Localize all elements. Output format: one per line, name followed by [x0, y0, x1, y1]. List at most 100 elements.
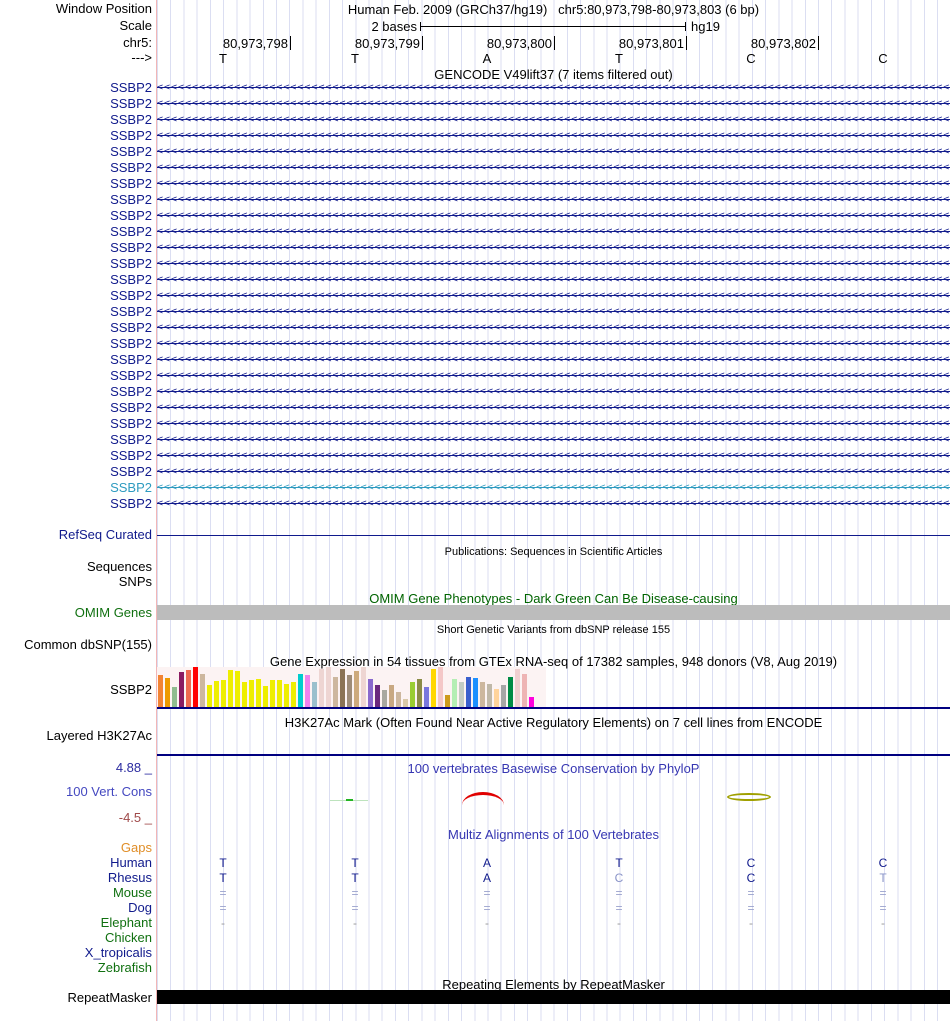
gtex-tissue-bar[interactable]: [480, 682, 485, 707]
gtex-tissue-bar[interactable]: [452, 679, 457, 707]
gene-transcript-row[interactable]: <<<<<<<<<<<<<<<<<<<<<<<<<<<<<<<<<<<<<<<<…: [157, 272, 950, 288]
gene-transcript-row[interactable]: <<<<<<<<<<<<<<<<<<<<<<<<<<<<<<<<<<<<<<<<…: [157, 192, 950, 208]
gene-transcript-row[interactable]: <<<<<<<<<<<<<<<<<<<<<<<<<<<<<<<<<<<<<<<<…: [157, 144, 950, 160]
gene-transcript-row[interactable]: <<<<<<<<<<<<<<<<<<<<<<<<<<<<<<<<<<<<<<<<…: [157, 304, 950, 320]
gene-row-label[interactable]: SSBP2: [0, 209, 152, 223]
gtex-tissue-bar[interactable]: [501, 685, 506, 707]
gtex-tissue-bar[interactable]: [207, 685, 212, 707]
gene-row-label[interactable]: SSBP2: [0, 337, 152, 351]
gtex-tissue-bar[interactable]: [522, 674, 527, 707]
gene-row-label[interactable]: SSBP2: [0, 449, 152, 463]
gtex-tissue-bar[interactable]: [396, 692, 401, 707]
gene-row-label[interactable]: SSBP2: [0, 321, 152, 335]
gtex-tissue-bar[interactable]: [319, 669, 324, 707]
gtex-tissue-bar[interactable]: [410, 682, 415, 707]
gene-row-label[interactable]: SSBP2: [0, 161, 152, 175]
gene-transcript-row[interactable]: <<<<<<<<<<<<<<<<<<<<<<<<<<<<<<<<<<<<<<<<…: [157, 160, 950, 176]
repeatmasker-element-bar[interactable]: [157, 990, 950, 1004]
gene-row-label[interactable]: SSBP2: [0, 257, 152, 271]
gtex-tissue-bar[interactable]: [291, 682, 296, 707]
gene-row-label[interactable]: SSBP2: [0, 145, 152, 159]
gtex-tissue-bar[interactable]: [508, 677, 513, 707]
multiz-species-label[interactable]: Mouse: [0, 886, 152, 900]
gene-transcript-row[interactable]: <<<<<<<<<<<<<<<<<<<<<<<<<<<<<<<<<<<<<<<<…: [157, 352, 950, 368]
gtex-tissue-bar[interactable]: [340, 669, 345, 707]
gtex-tissue-bar[interactable]: [375, 685, 380, 707]
gene-row-label[interactable]: SSBP2: [0, 97, 152, 111]
gene-row-label[interactable]: SSBP2: [0, 129, 152, 143]
gene-row-label[interactable]: SSBP2: [0, 193, 152, 207]
gene-transcript-row[interactable]: <<<<<<<<<<<<<<<<<<<<<<<<<<<<<<<<<<<<<<<<…: [157, 80, 950, 96]
gene-transcript-row[interactable]: <<<<<<<<<<<<<<<<<<<<<<<<<<<<<<<<<<<<<<<<…: [157, 288, 950, 304]
gene-row-label[interactable]: SSBP2: [0, 369, 152, 383]
gtex-tissue-bar[interactable]: [235, 671, 240, 707]
gene-transcript-row[interactable]: <<<<<<<<<<<<<<<<<<<<<<<<<<<<<<<<<<<<<<<<…: [157, 112, 950, 128]
gtex-tissue-bar[interactable]: [172, 687, 177, 707]
gene-row-label[interactable]: SSBP2: [0, 353, 152, 367]
gtex-tissue-bar[interactable]: [438, 667, 443, 707]
gene-transcript-row[interactable]: <<<<<<<<<<<<<<<<<<<<<<<<<<<<<<<<<<<<<<<<…: [157, 224, 950, 240]
gene-transcript-row[interactable]: <<<<<<<<<<<<<<<<<<<<<<<<<<<<<<<<<<<<<<<<…: [157, 432, 950, 448]
omim-gene-bar[interactable]: [157, 605, 950, 620]
multiz-species-label[interactable]: Gaps: [0, 841, 152, 855]
h3k27ac-track-title[interactable]: H3K27Ac Mark (Often Found Near Active Re…: [157, 715, 950, 730]
conservation-track-label[interactable]: 100 Vert. Cons: [0, 785, 152, 799]
gtex-tissue-bar[interactable]: [158, 675, 163, 707]
gene-row-label[interactable]: SSBP2: [0, 273, 152, 287]
multiz-species-label[interactable]: Rhesus: [0, 871, 152, 885]
multiz-species-label[interactable]: Elephant: [0, 916, 152, 930]
multiz-track-title[interactable]: Multiz Alignments of 100 Vertebrates: [157, 827, 950, 842]
multiz-species-label[interactable]: Dog: [0, 901, 152, 915]
gene-transcript-row[interactable]: <<<<<<<<<<<<<<<<<<<<<<<<<<<<<<<<<<<<<<<<…: [157, 208, 950, 224]
gtex-tissue-bar[interactable]: [473, 678, 478, 707]
h3k27ac-track-label[interactable]: Layered H3K27Ac: [0, 729, 152, 743]
gene-transcript-row[interactable]: <<<<<<<<<<<<<<<<<<<<<<<<<<<<<<<<<<<<<<<<…: [157, 176, 950, 192]
gene-transcript-row[interactable]: <<<<<<<<<<<<<<<<<<<<<<<<<<<<<<<<<<<<<<<<…: [157, 368, 950, 384]
dbsnp-track-title[interactable]: Short Genetic Variants from dbSNP releas…: [157, 624, 950, 636]
gtex-tissue-bar[interactable]: [228, 670, 233, 707]
gtex-tissue-bar[interactable]: [529, 697, 534, 707]
gtex-tissue-bar[interactable]: [445, 695, 450, 707]
gtex-tissue-bar[interactable]: [368, 679, 373, 707]
gtex-tissue-bar[interactable]: [361, 667, 366, 707]
refseq-gene-line[interactable]: [157, 535, 950, 536]
gtex-tissue-bar[interactable]: [354, 671, 359, 707]
gene-transcript-row[interactable]: <<<<<<<<<<<<<<<<<<<<<<<<<<<<<<<<<<<<<<<<…: [157, 400, 950, 416]
multiz-species-label[interactable]: Zebrafish: [0, 961, 152, 975]
publications-track-title[interactable]: Publications: Sequences in Scientific Ar…: [157, 546, 950, 558]
gtex-tissue-bar[interactable]: [221, 680, 226, 707]
gtex-tissue-bar[interactable]: [417, 679, 422, 707]
gtex-tissue-bar[interactable]: [305, 675, 310, 707]
gtex-tissue-bar[interactable]: [515, 669, 520, 707]
conservation-track-title[interactable]: 100 vertebrates Basewise Conservation by…: [157, 761, 950, 776]
gene-row-label[interactable]: SSBP2: [0, 113, 152, 127]
gtex-tissue-bar[interactable]: [382, 690, 387, 707]
gene-transcript-row[interactable]: <<<<<<<<<<<<<<<<<<<<<<<<<<<<<<<<<<<<<<<<…: [157, 320, 950, 336]
gtex-tissue-bar[interactable]: [333, 677, 338, 707]
gene-row-label[interactable]: SSBP2: [0, 177, 152, 191]
gene-transcript-row[interactable]: <<<<<<<<<<<<<<<<<<<<<<<<<<<<<<<<<<<<<<<<…: [157, 240, 950, 256]
omim-track-title[interactable]: OMIM Gene Phenotypes - Dark Green Can Be…: [157, 591, 950, 606]
gene-row-label[interactable]: SSBP2: [0, 465, 152, 479]
gene-transcript-row[interactable]: <<<<<<<<<<<<<<<<<<<<<<<<<<<<<<<<<<<<<<<<…: [157, 464, 950, 480]
refseq-track-label[interactable]: RefSeq Curated: [0, 528, 152, 542]
multiz-species-label[interactable]: Chicken: [0, 931, 152, 945]
gtex-tissue-bar[interactable]: [179, 672, 184, 707]
gene-transcript-row[interactable]: <<<<<<<<<<<<<<<<<<<<<<<<<<<<<<<<<<<<<<<<…: [157, 416, 950, 432]
publications-sequences-label[interactable]: Sequences: [0, 560, 152, 574]
gtex-tissue-bar[interactable]: [403, 699, 408, 707]
gene-transcript-row[interactable]: <<<<<<<<<<<<<<<<<<<<<<<<<<<<<<<<<<<<<<<<…: [157, 256, 950, 272]
gtex-tissue-bar[interactable]: [459, 682, 464, 707]
gtex-tissue-bar[interactable]: [487, 684, 492, 707]
gtex-tissue-bar[interactable]: [284, 684, 289, 707]
gtex-tissue-bar[interactable]: [242, 682, 247, 707]
gtex-tissue-bar[interactable]: [494, 689, 499, 707]
gtex-tissue-bar[interactable]: [326, 667, 331, 707]
gtex-tissue-bar[interactable]: [270, 680, 275, 707]
gtex-tissue-bar[interactable]: [193, 667, 198, 707]
gtex-tissue-bar[interactable]: [263, 686, 268, 707]
gene-row-label[interactable]: SSBP2: [0, 289, 152, 303]
gene-row-label[interactable]: SSBP2: [0, 401, 152, 415]
omim-track-label[interactable]: OMIM Genes: [0, 606, 152, 620]
gtex-tissue-bar[interactable]: [277, 680, 282, 707]
